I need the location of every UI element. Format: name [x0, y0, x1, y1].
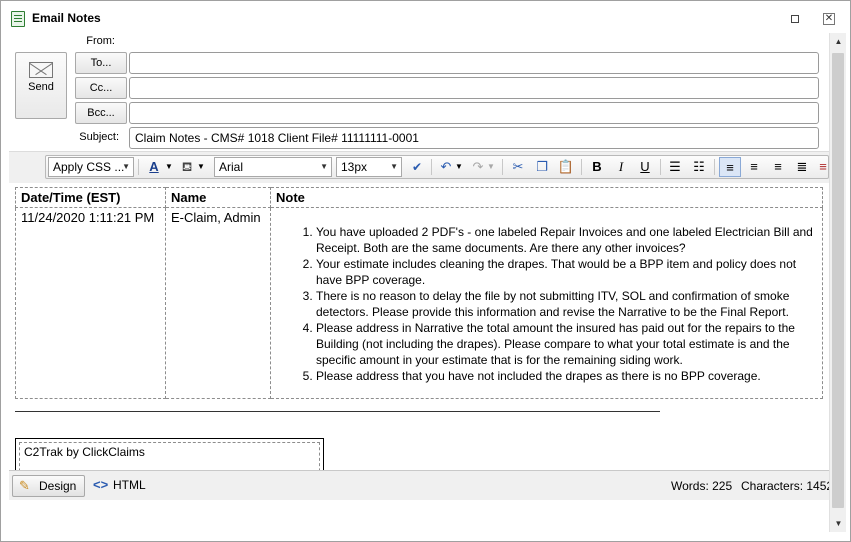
highlight-color-icon[interactable]: ⛾ [176, 156, 198, 178]
toolbar-separator [502, 159, 503, 175]
bold-icon[interactable]: B [587, 156, 607, 178]
scroll-down-icon[interactable]: ▼ [830, 515, 847, 532]
col-header-datetime: Date/Time (EST) [15, 187, 166, 208]
numbered-list-icon[interactable]: ☰ [665, 156, 685, 178]
chevron-down-icon: ▼ [390, 162, 398, 171]
editor-mode-bar: ✎ Design <> HTML Words: 225 Characters: … [9, 470, 833, 500]
cc-button[interactable]: Cc... [75, 77, 127, 99]
cell-name: E-Claim, Admin [165, 207, 271, 399]
editor-area[interactable]: Date/Time (EST) Name Note 11/24/2020 1:1… [9, 183, 829, 470]
align-right-icon[interactable]: ≡ [768, 156, 788, 178]
cut-icon[interactable]: ✂ [508, 156, 528, 178]
signature-box: C2Trak by ClickClaims [15, 438, 324, 470]
font-color-dropdown-icon[interactable]: ▼ [164, 156, 174, 178]
send-button[interactable]: Send [15, 52, 67, 119]
redo-icon[interactable]: ↷ [468, 156, 488, 178]
col-header-name: Name [165, 187, 271, 208]
copy-icon[interactable]: ❐ [532, 156, 552, 178]
design-mode-button[interactable]: ✎ Design [12, 475, 86, 497]
font-size-value: 13px [341, 160, 368, 174]
window-title: Email Notes [32, 11, 101, 25]
vertical-scrollbar[interactable]: ▲ ▼ [829, 33, 846, 532]
list-item: Please address in Narrative the total am… [316, 320, 817, 368]
format-toolbar: Apply CSS ... ▼ A ▼ ⛾ ▼ Arial ▼ 13px ▼ ✔… [45, 155, 829, 179]
restore-icon [791, 15, 799, 23]
word-count: Words: 225 [671, 479, 733, 493]
undo-icon[interactable]: ↶ [436, 156, 456, 178]
more-tools-icon[interactable]: ≡ [816, 156, 828, 178]
font-size-combo[interactable]: 13px ▼ [336, 157, 402, 177]
design-label: Design [39, 479, 77, 493]
toolbar-separator [138, 159, 139, 175]
list-item: Your estimate includes cleaning the drap… [316, 256, 817, 288]
apply-css-value: Apply CSS ... [53, 160, 125, 174]
cell-note: You have uploaded 2 PDF's - one labeled … [270, 207, 823, 399]
bcc-field[interactable] [129, 102, 819, 124]
from-label: From: [86, 35, 115, 47]
paste-icon[interactable]: 📋 [556, 156, 576, 178]
title-bar: Email Notes ✕ [1, 1, 850, 33]
html-mode-button[interactable]: <> HTML [87, 475, 154, 497]
pencil-icon: ✎ [19, 478, 30, 493]
code-icon: <> [93, 477, 109, 492]
restore-button[interactable] [787, 11, 803, 27]
character-count: Characters: 1452 [741, 479, 834, 493]
toolbar-separator [431, 159, 432, 175]
to-field[interactable] [129, 52, 819, 74]
list-item: There is no reason to delay the file by … [316, 288, 817, 320]
font-family-combo[interactable]: Arial ▼ [214, 157, 332, 177]
signature-text: C2Trak by ClickClaims [19, 442, 320, 470]
email-notes-window: Email Notes ✕ Send From: To... Cc... Bcc… [0, 0, 851, 542]
bullet-list-icon[interactable]: ☷ [689, 156, 709, 178]
undo-dropdown-icon[interactable]: ▼ [454, 156, 464, 178]
list-item: You have uploaded 2 PDF's - one labeled … [316, 224, 817, 256]
note-list: You have uploaded 2 PDF's - one labeled … [276, 224, 817, 384]
font-color-icon[interactable]: A [142, 156, 166, 178]
chevron-down-icon: ▼ [122, 162, 130, 171]
to-button[interactable]: To... [75, 52, 127, 74]
scroll-up-icon[interactable]: ▲ [830, 33, 847, 50]
notes-icon [11, 11, 25, 27]
col-header-note: Note [270, 187, 823, 208]
envelope-icon [29, 62, 53, 78]
scroll-thumb[interactable] [832, 53, 844, 508]
redo-dropdown-icon[interactable]: ▼ [486, 156, 496, 178]
bcc-button[interactable]: Bcc... [75, 102, 127, 124]
underline-icon[interactable]: U [635, 156, 655, 178]
spellcheck-icon[interactable]: ✔ [406, 156, 428, 178]
align-left-icon[interactable]: ≡ [719, 157, 741, 177]
close-icon: ✕ [823, 13, 835, 25]
subject-label: Subject: [79, 131, 119, 143]
font-family-value: Arial [219, 160, 244, 174]
list-item: Please address that you have not include… [316, 368, 817, 384]
toolbar-separator [660, 159, 661, 175]
justify-icon[interactable]: ≣ [792, 156, 812, 178]
table-row: 11/24/2020 1:11:21 PM E-Claim, Admin You… [15, 207, 823, 399]
cell-datetime: 11/24/2020 1:11:21 PM [15, 207, 166, 399]
align-center-icon[interactable]: ≡ [744, 156, 764, 178]
italic-icon[interactable]: I [611, 156, 631, 178]
close-button[interactable]: ✕ [821, 11, 837, 27]
html-label: HTML [113, 478, 146, 492]
cc-field[interactable] [129, 77, 819, 99]
chevron-down-icon: ▼ [320, 162, 328, 171]
subject-field[interactable]: Claim Notes - CMS# 1018 Client File# 111… [129, 127, 819, 149]
apply-css-combo[interactable]: Apply CSS ... ▼ [48, 157, 134, 177]
toolbar-separator [581, 159, 582, 175]
horizontal-rule [15, 411, 660, 412]
table-header-row: Date/Time (EST) Name Note [15, 187, 823, 208]
toolbar-separator [714, 159, 715, 175]
send-label: Send [28, 81, 54, 93]
notes-table: Date/Time (EST) Name Note 11/24/2020 1:1… [15, 187, 823, 399]
highlight-dropdown-icon[interactable]: ▼ [196, 156, 206, 178]
